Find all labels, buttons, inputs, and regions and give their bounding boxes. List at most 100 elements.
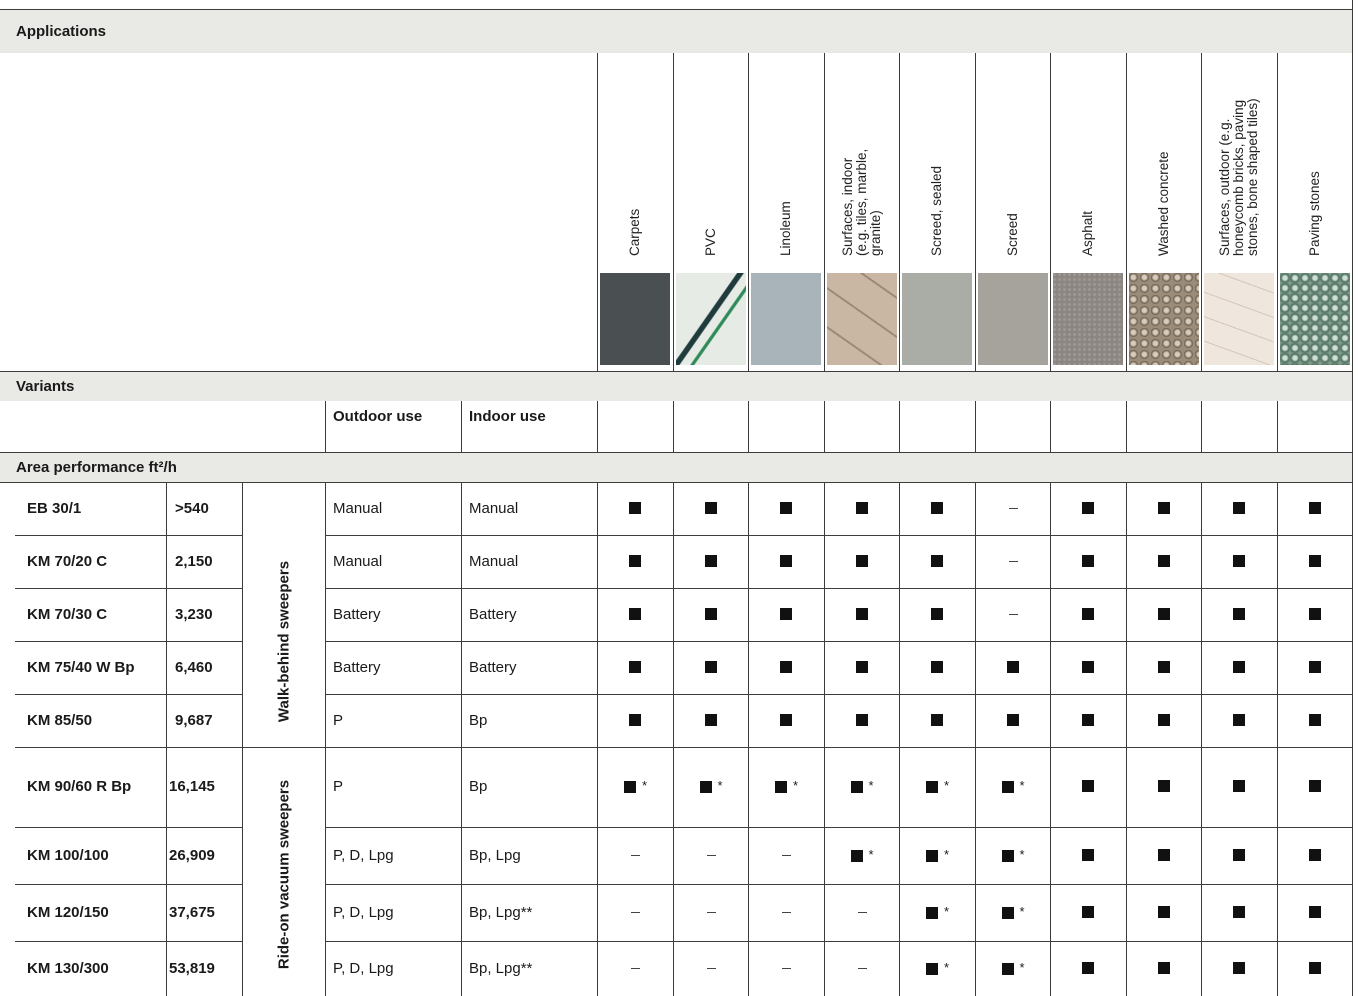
not-suitable-mark — [1008, 501, 1018, 516]
tile-swatch — [827, 273, 897, 365]
square-icon — [1006, 660, 1019, 673]
suitable-mark — [1308, 779, 1321, 794]
group-walk-behind: Walk-behind sweepers — [275, 560, 293, 723]
suitable-mark — [1233, 607, 1245, 622]
suitable-mark — [629, 501, 641, 516]
square-icon — [1082, 961, 1094, 974]
suitable-mark: * — [1001, 959, 1025, 977]
not-suitable-mark — [857, 905, 867, 920]
model-name: KM 70/20 C — [27, 552, 108, 570]
square-icon — [1157, 501, 1170, 514]
suitable-mark: * — [1001, 848, 1025, 864]
not-suitable-mark — [782, 961, 791, 976]
suitable-mark: * — [1001, 903, 1025, 921]
square-icon — [1308, 501, 1321, 514]
square-icon — [931, 607, 943, 620]
square-icon — [1233, 501, 1245, 514]
suitable-mark — [1308, 607, 1321, 622]
square-icon — [1082, 607, 1094, 620]
square-icon — [1308, 607, 1321, 620]
not-suitable-mark — [706, 848, 716, 863]
suitable-mark — [1082, 607, 1094, 622]
suitable-mark — [1233, 848, 1245, 863]
area-value: 6,460 — [175, 658, 213, 676]
carpet-swatch — [600, 273, 670, 365]
applications-band: Applications — [0, 10, 1352, 53]
asterisk-note: * — [944, 778, 950, 793]
suitable-mark — [1233, 961, 1245, 976]
suitable-mark — [1082, 779, 1094, 794]
square-icon — [704, 554, 717, 567]
suitable-mark — [1082, 713, 1094, 728]
suitable-mark — [931, 607, 943, 622]
dash-icon — [782, 967, 791, 969]
square-icon — [1233, 554, 1245, 567]
suitable-mark — [1157, 660, 1170, 675]
square-icon — [1308, 905, 1321, 918]
suitable-mark: * — [1001, 779, 1025, 795]
indoor-value: Bp, Lpg** — [469, 903, 533, 921]
asterisk-note: * — [1019, 959, 1025, 975]
area-value: 53,819 — [169, 959, 215, 977]
dash-icon — [631, 967, 640, 969]
square-icon — [704, 713, 717, 726]
square-icon — [1157, 848, 1170, 861]
square-icon — [1006, 713, 1019, 726]
suitable-mark: * — [926, 961, 949, 977]
suitable-mark — [1157, 961, 1170, 976]
suitable-mark — [1308, 713, 1321, 728]
suitable-mark: * — [775, 779, 798, 795]
suitable-mark — [629, 660, 641, 675]
square-icon — [699, 781, 712, 793]
square-icon — [855, 713, 868, 726]
surface-header-8: Surfaces, outdoor (e.g. honeycomb bricks… — [1217, 98, 1260, 256]
suitable-mark — [1308, 660, 1321, 675]
asterisk-note: * — [868, 846, 874, 862]
indoor-value: Battery — [469, 658, 517, 676]
asterisk-note: * — [1019, 903, 1025, 919]
area-value: 26,909 — [169, 846, 215, 864]
model-name: KM 85/50 — [27, 711, 93, 729]
square-icon — [1233, 961, 1245, 974]
not-suitable-mark — [782, 905, 791, 920]
square-icon — [1157, 905, 1170, 918]
square-icon — [775, 781, 787, 793]
suitable-mark — [855, 554, 868, 569]
square-icon — [629, 660, 641, 673]
asterisk-note: * — [944, 846, 950, 862]
suitable-mark: * — [850, 846, 874, 864]
square-icon — [1001, 781, 1014, 793]
suitable-mark — [704, 607, 717, 622]
suitable-mark — [1308, 501, 1321, 516]
suitable-mark — [780, 554, 792, 569]
suitable-mark — [1006, 660, 1019, 675]
square-icon — [1157, 961, 1170, 974]
applications-heading: Applications — [16, 23, 107, 40]
dash-icon — [631, 911, 640, 913]
area-value: >540 — [175, 499, 209, 517]
suitable-mark: * — [624, 779, 647, 795]
surface-header-3: Surfaces, indoor (e.g. tiles, marble, gr… — [839, 148, 883, 256]
outdoor-value: P, D, Lpg — [333, 959, 394, 977]
suitable-mark — [1233, 905, 1245, 920]
suitable-mark — [780, 713, 792, 728]
suitable-mark — [1157, 713, 1170, 728]
square-icon — [1001, 849, 1014, 862]
area-value: 9,687 — [175, 711, 213, 729]
square-icon — [1082, 780, 1094, 792]
suitable-mark: * — [926, 779, 949, 795]
suitable-mark — [1082, 848, 1094, 863]
square-icon — [926, 962, 938, 975]
suitable-mark — [1308, 554, 1321, 569]
square-icon — [704, 607, 717, 620]
square-icon — [1157, 554, 1170, 567]
pvc-swatch — [676, 273, 746, 365]
suitable-mark — [780, 501, 792, 516]
surface-header-2: Linoleum — [778, 201, 793, 256]
suitable-mark: * — [699, 779, 723, 795]
brick-swatch — [1204, 273, 1274, 365]
square-icon — [704, 501, 717, 514]
model-name: KM 130/300 — [27, 959, 109, 977]
square-icon — [855, 554, 868, 567]
model-name: KM 90/60 R Bp — [27, 778, 132, 795]
